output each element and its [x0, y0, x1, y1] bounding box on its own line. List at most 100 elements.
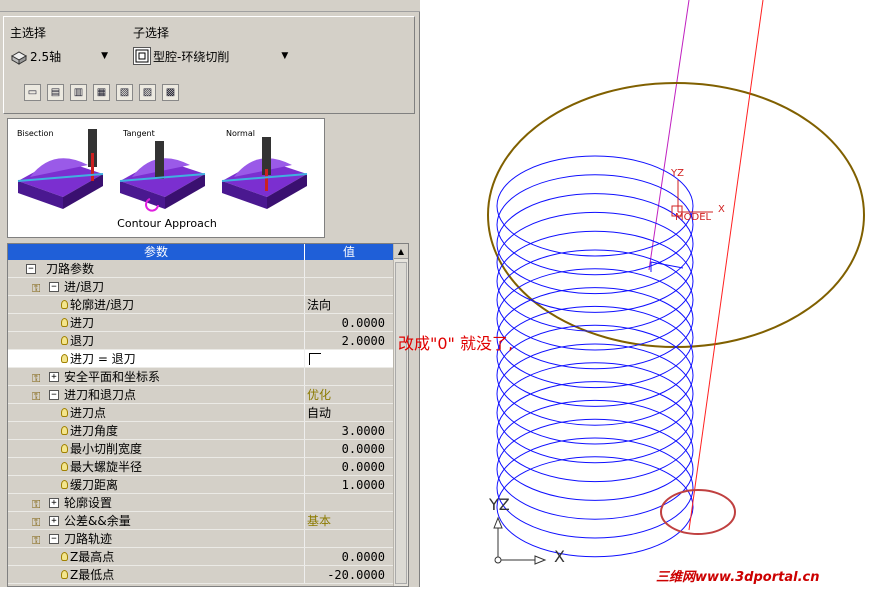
- expand-toggle-icon[interactable]: −: [49, 390, 59, 400]
- tree-row-value[interactable]: [305, 260, 393, 277]
- tree-row-value[interactable]: 0.0000ƒ: [305, 458, 401, 475]
- tool-icon[interactable]: ▩: [162, 84, 179, 101]
- tree-row[interactable]: 进刀角度 3.0000ƒ: [8, 422, 408, 440]
- tree-row-value[interactable]: [305, 278, 393, 295]
- helix-loop: [496, 268, 694, 370]
- tree-row[interactable]: 轮廓进/退刀 法向: [8, 296, 408, 314]
- tree-row-label: 退刀: [70, 334, 95, 348]
- value-text: -20.0000: [327, 568, 385, 582]
- tree-row-value[interactable]: [305, 494, 393, 511]
- tree-row[interactable]: Z最低点 -20.0000ƒ: [8, 566, 408, 584]
- annotation-note: 改成"0" 就没了,: [398, 334, 514, 353]
- tree-row-label: Z最低点: [70, 568, 115, 582]
- save-icon[interactable]: ▦: [93, 84, 110, 101]
- open-file-icon[interactable]: ▭: [24, 84, 41, 101]
- value-text: 0.0000: [341, 460, 385, 474]
- bulb-icon: [61, 444, 68, 453]
- tree-row-label: 进刀: [70, 316, 95, 330]
- tree-row[interactable]: ⚿ + 轮廓设置: [8, 494, 408, 512]
- value-text: 0.0000: [341, 442, 385, 456]
- sub-selection-value: 型腔-环绕切削: [153, 49, 230, 64]
- tree-row[interactable]: 进刀点 自动: [8, 404, 408, 422]
- tree-row-value[interactable]: 法向: [305, 296, 393, 313]
- value-text: 法向: [307, 298, 332, 312]
- tree-row-value[interactable]: 0.0000ƒ: [305, 548, 401, 565]
- equal-checkbox[interactable]: [309, 353, 321, 365]
- bulb-icon: [61, 426, 68, 435]
- tree-row-value[interactable]: -20.0000ƒ: [305, 566, 401, 583]
- expand-toggle-icon[interactable]: −: [49, 534, 59, 544]
- tree-row[interactable]: 退刀 2.0000ƒ: [8, 332, 408, 350]
- tree-row-value[interactable]: [305, 368, 393, 385]
- tree-row[interactable]: 最大螺旋半径 0.0000ƒ: [8, 458, 408, 476]
- tree-row-label: 轮廓设置: [64, 496, 113, 510]
- helix-loop: [496, 324, 694, 426]
- tree-row-value[interactable]: 自动: [305, 404, 393, 421]
- value-text: 0.0000: [341, 550, 385, 564]
- tree-row[interactable]: Z最高点 0.0000ƒ: [8, 548, 408, 566]
- tree-row-value[interactable]: 优化: [305, 386, 393, 403]
- bulb-icon: [61, 552, 68, 561]
- watermark: 三维网www.3dportal.cn: [656, 570, 820, 585]
- tree-row-value[interactable]: 3.0000ƒ: [305, 422, 401, 439]
- tree-row[interactable]: ⚿ − 进/退刀: [8, 278, 408, 296]
- tree-row-label: 轮廓进/退刀: [70, 298, 135, 312]
- helix-loop: [496, 287, 694, 389]
- export-icon[interactable]: ▧: [116, 84, 133, 101]
- helix-loop: [496, 362, 694, 464]
- tree-row-value[interactable]: [305, 530, 393, 547]
- bisection-diagram: [17, 129, 104, 209]
- load-icon[interactable]: ▤: [47, 84, 64, 101]
- graphics-viewport[interactable]: YZ X MODEL YZ X: [290, 0, 877, 587]
- tree-row[interactable]: − 刀路参数: [8, 260, 408, 278]
- expand-toggle-icon[interactable]: −: [49, 282, 59, 292]
- value-text: 0.0000: [341, 316, 385, 330]
- helix-loop: [496, 343, 694, 445]
- tree-header: 参数 值: [8, 244, 408, 260]
- tree-row-label: 最小切削宽度: [70, 442, 143, 456]
- tree-row[interactable]: 进刀 0.0000ƒ: [8, 314, 408, 332]
- bulb-icon: [61, 462, 68, 471]
- tree-row[interactable]: 缓刀距离 1.0000ƒ: [8, 476, 408, 494]
- tree-row-value[interactable]: 0.0000ƒ: [305, 314, 401, 331]
- tree-row-value[interactable]: [305, 350, 393, 367]
- expand-toggle-icon[interactable]: +: [49, 372, 59, 382]
- value-text: 1.0000: [341, 478, 385, 492]
- highlight-circle-bottom: [660, 489, 736, 535]
- tangent-diagram: [119, 141, 206, 212]
- helix-loop: [496, 399, 694, 501]
- tree-row[interactable]: 进刀 = 退刀: [8, 350, 408, 368]
- expand-toggle-icon[interactable]: −: [26, 264, 36, 274]
- tree-row[interactable]: ⚿ − 刀路轨迹: [8, 530, 408, 548]
- pocket-spiral-icon: [133, 47, 151, 65]
- database-icon[interactable]: ▥: [70, 84, 87, 101]
- main-selection-dropdown[interactable]: 2.5轴 ▼: [10, 46, 108, 66]
- value-text: 2.0000: [341, 334, 385, 348]
- expand-toggle-icon[interactable]: +: [49, 498, 59, 508]
- toolbar: ▭ ▤ ▥ ▦ ▧ ▨ ▩: [24, 84, 179, 101]
- tree-row-label: 进刀点: [70, 406, 107, 420]
- helix-loop: [496, 305, 694, 407]
- sub-selection-dropdown[interactable]: 型腔-环绕切削 ▼: [133, 46, 288, 66]
- tree-row[interactable]: ⚿ + 安全平面和坐标系: [8, 368, 408, 386]
- filter-icon[interactable]: ▨: [139, 84, 156, 101]
- tree-row-label: Z最高点: [70, 550, 115, 564]
- tree-row[interactable]: ⚿ − 进刀和退刀点 优化: [8, 386, 408, 404]
- tree-row-value[interactable]: 基本: [305, 512, 393, 529]
- tree-row-label: 安全平面和坐标系: [64, 370, 161, 384]
- approach-caption: Contour Approach: [117, 217, 217, 230]
- helix-loop: [496, 174, 694, 276]
- tree-scrollbar[interactable]: ▲: [393, 244, 408, 586]
- scroll-up-icon[interactable]: ▲: [394, 244, 408, 259]
- value-text: 3.0000: [341, 424, 385, 438]
- tree-row[interactable]: 最小切削宽度 0.0000ƒ: [8, 440, 408, 458]
- helix-loop: [496, 211, 694, 313]
- tree-row[interactable]: ⚿ + 公差&&余量 基本: [8, 512, 408, 530]
- parameters-panel: 主选择 子选择 2.5轴 ▼ 型腔-环绕切削 ▼ ▭ ▤ ▥ ▦ ▧ ▨ ▩ B…: [0, 0, 420, 587]
- tree-row-value[interactable]: 0.0000ƒ: [305, 440, 401, 457]
- tree-row-value[interactable]: 1.0000ƒ: [305, 476, 401, 493]
- tree-row-value[interactable]: 2.0000ƒ: [305, 332, 401, 349]
- scroll-thumb[interactable]: [395, 262, 407, 584]
- expand-toggle-icon[interactable]: +: [49, 516, 59, 526]
- top-strip: [0, 0, 420, 12]
